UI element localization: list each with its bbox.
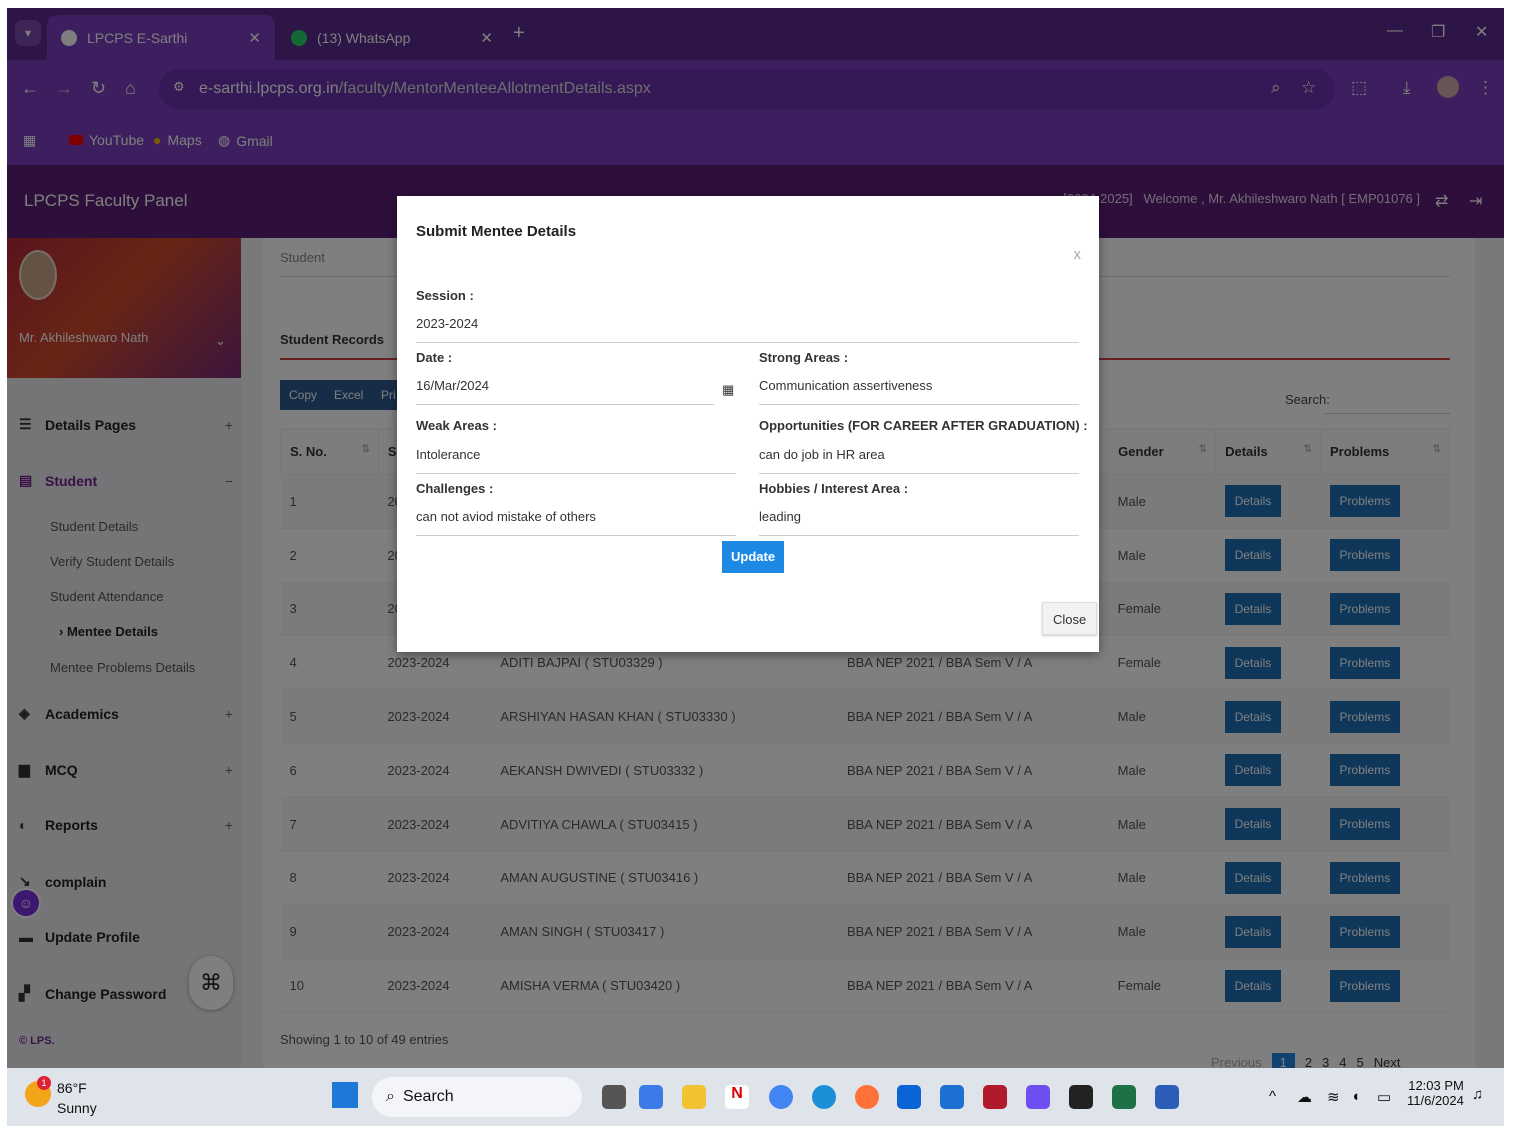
calendar-icon[interactable]: ▦ bbox=[722, 382, 734, 398]
update-button[interactable]: Update bbox=[722, 541, 785, 573]
field-underline bbox=[759, 473, 1079, 474]
outlook-icon[interactable] bbox=[897, 1085, 921, 1109]
screen: ▾ LPCPS E-Sarthi ✕ (13) WhatsApp ✕ + — ❐… bbox=[7, 8, 1504, 1126]
temperature: 86°F bbox=[57, 1080, 87, 1096]
opportunities-label: Opportunities (FOR CAREER AFTER GRADUATI… bbox=[759, 418, 1088, 433]
date: 11/6/2024 bbox=[1407, 1093, 1464, 1108]
fingerprint-app-icon[interactable] bbox=[1069, 1085, 1093, 1109]
notification-bell-icon[interactable]: ♫ bbox=[1472, 1086, 1483, 1103]
taskbar-search[interactable]: ⌕ Search bbox=[372, 1077, 582, 1117]
opportunities-field[interactable]: can do job in HR area bbox=[759, 447, 885, 462]
task-view-icon[interactable] bbox=[602, 1085, 626, 1109]
strong-areas-field[interactable]: Communication assertiveness bbox=[759, 378, 932, 393]
challenges-field[interactable]: can not aviod mistake of others bbox=[416, 509, 596, 524]
chevron-up-icon[interactable]: ^ bbox=[1269, 1088, 1276, 1105]
cloud-icon[interactable]: ☁ bbox=[1297, 1088, 1312, 1106]
date-label: Date : bbox=[416, 350, 453, 365]
hobbies-label: Hobbies / Interest Area : bbox=[759, 481, 909, 496]
session-label: Session : bbox=[416, 288, 474, 303]
weak-areas-label: Weak Areas : bbox=[416, 418, 497, 433]
weak-areas-field[interactable]: Intolerance bbox=[416, 447, 480, 462]
field-underline bbox=[416, 473, 736, 474]
notification-badge: 1 bbox=[37, 1076, 51, 1090]
clock[interactable]: 12:03 PM 11/6/2024 bbox=[1407, 1078, 1464, 1108]
session-field[interactable]: 2023-2024 bbox=[416, 316, 478, 331]
windows-start-icon[interactable] bbox=[332, 1082, 358, 1108]
hobbies-field[interactable]: leading bbox=[759, 509, 801, 524]
volume-icon[interactable]: ◖ bbox=[1351, 1088, 1360, 1105]
edge-icon[interactable] bbox=[812, 1085, 836, 1109]
submit-mentee-modal: Submit Mentee Details x Session : 2023-2… bbox=[397, 196, 1099, 652]
taskbar: 1 86°F Sunny ⌕ Search N ^ ☁ ≋ ◖ ▭ 12:03 P… bbox=[7, 1068, 1504, 1126]
prime-video-icon[interactable] bbox=[940, 1085, 964, 1109]
assistant-app-icon[interactable] bbox=[1026, 1085, 1050, 1109]
field-underline bbox=[416, 404, 714, 405]
modal-title: Submit Mentee Details bbox=[416, 223, 577, 240]
strong-areas-label: Strong Areas : bbox=[759, 350, 849, 365]
time: 12:03 PM bbox=[1408, 1078, 1464, 1093]
copilot-icon[interactable] bbox=[639, 1085, 663, 1109]
mcafee-icon[interactable] bbox=[983, 1085, 1007, 1109]
netflix-icon[interactable]: N bbox=[725, 1085, 749, 1109]
search-label: Search bbox=[402, 1088, 454, 1105]
file-explorer-icon[interactable] bbox=[682, 1085, 706, 1109]
firefox-icon[interactable] bbox=[855, 1085, 879, 1109]
wifi-icon[interactable]: ≋ bbox=[1327, 1088, 1340, 1106]
challenges-label: Challenges : bbox=[416, 481, 494, 496]
field-underline bbox=[759, 535, 1079, 536]
chrome-icon[interactable] bbox=[769, 1085, 793, 1109]
word-icon[interactable] bbox=[1155, 1085, 1179, 1109]
field-underline bbox=[759, 404, 1079, 405]
close-icon[interactable]: x bbox=[1074, 246, 1082, 263]
date-field[interactable]: 16/Mar/2024 bbox=[416, 378, 489, 393]
battery-icon[interactable]: ▭ bbox=[1377, 1088, 1391, 1106]
field-underline bbox=[416, 535, 736, 536]
excel-icon[interactable] bbox=[1112, 1085, 1136, 1109]
search-icon: ⌕ bbox=[386, 1088, 395, 1105]
weather-condition: Sunny bbox=[57, 1100, 97, 1116]
field-underline bbox=[416, 342, 1079, 343]
close-button[interactable]: Close bbox=[1042, 602, 1098, 635]
